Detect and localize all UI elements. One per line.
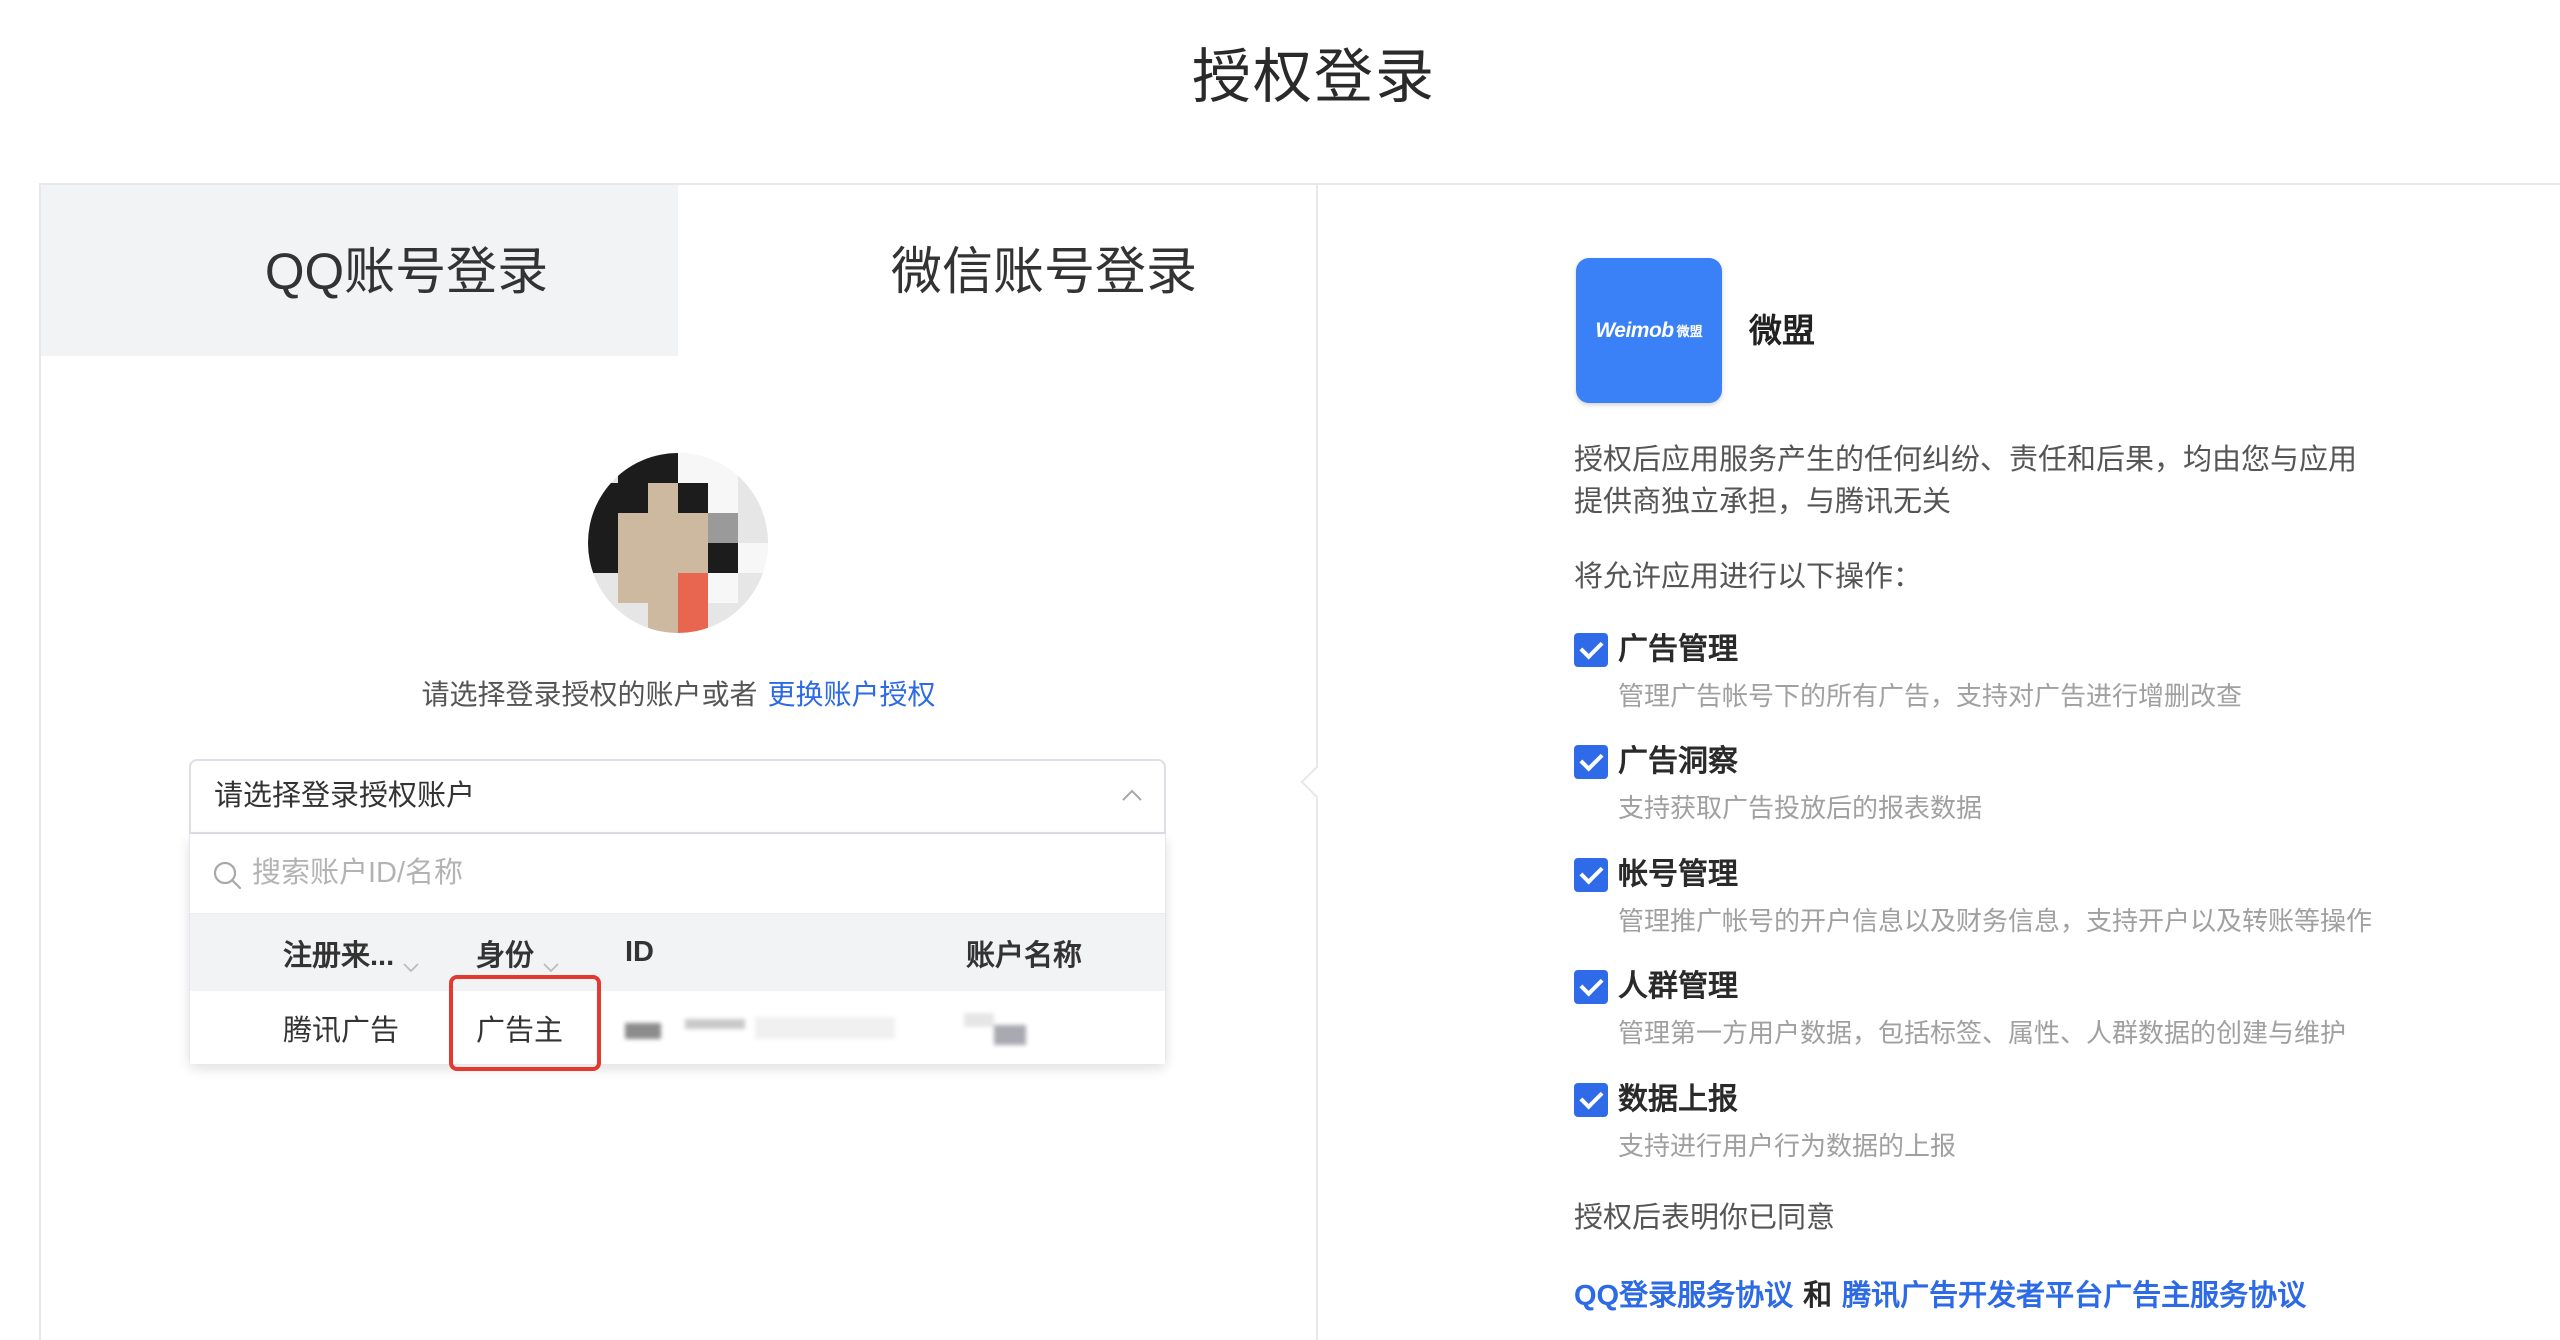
permission-description: 支持获取广告投放后的报表数据 [1618, 793, 1983, 823]
permission-item: 广告洞察 支持获取广告投放后的报表数据 [1318, 745, 2518, 855]
chevron-down-icon[interactable] [402, 949, 420, 972]
avatar [588, 453, 768, 633]
app-logo-cn: 微盟 [1676, 324, 1703, 339]
column-header-account-name: 账户名称 [966, 914, 1082, 991]
permission-description: 管理广告帐号下的所有广告，支持对广告进行增删改查 [1618, 681, 2243, 711]
column-header-id: ID [625, 914, 654, 991]
agreement-joiner: 和 [1803, 1280, 1833, 1312]
account-dropdown: 注册来... 身份 ID 账户名称 腾讯广告 广告主 [189, 834, 1166, 1064]
permission-label: 数据上报 [1618, 1083, 1738, 1116]
search-icon [212, 860, 242, 890]
search-row [190, 834, 1165, 914]
check-icon[interactable] [1574, 858, 1608, 892]
app-logo-text: Weimob [1595, 318, 1674, 342]
agreements: QQ登录服务协议和腾讯广告开发者平台广告主服务协议 [1574, 1275, 2306, 1317]
login-panel: QQ账号登录 微信账号登录 请选择登录授权的账户或者 更换账户授权 请选择登录授权… [39, 183, 1316, 1340]
column-header-source[interactable]: 注册来... [283, 914, 420, 991]
permission-label: 人群管理 [1618, 970, 1738, 1003]
qq-agreement-link[interactable]: QQ登录服务协议 [1574, 1280, 1793, 1312]
permission-description: 管理推广帐号的开户信息以及财务信息，支持开户以及转账等操作 [1618, 906, 2373, 936]
account-prompt: 请选择登录授权的账户或者 更换账户授权 [41, 673, 1316, 717]
authorization-panel: Weimob 微盟 微盟 授权后应用服务产生的任何纠纷、责任和后果，均由您与应用 … [1316, 183, 2560, 1340]
row-source: 腾讯广告 [283, 1014, 400, 1047]
permission-item: 人群管理 管理第一方用户数据，包括标签、属性、人群数据的创建与维护 [1318, 970, 2518, 1080]
permission-item: 数据上报 支持进行用户行为数据的上报 [1318, 1083, 2518, 1193]
account-select-placeholder: 请选择登录授权账户 [214, 780, 476, 812]
row-role: 广告主 [476, 1014, 564, 1047]
chevron-down-icon[interactable] [542, 949, 560, 972]
table-row[interactable]: 腾讯广告 广告主 [190, 991, 1165, 1064]
chevron-up-icon[interactable] [1121, 788, 1143, 802]
redacted-id [625, 1013, 905, 1043]
permission-description: 管理第一方用户数据，包括标签、属性、人群数据的创建与维护 [1618, 1018, 2347, 1048]
tab-wechat-login[interactable]: 微信账号登录 [678, 185, 1316, 356]
check-icon[interactable] [1574, 1083, 1608, 1117]
column-header-label: 注册来... [283, 939, 395, 972]
tencent-agreement-link[interactable]: 腾讯广告开发者平台广告主服务协议 [1842, 1280, 2306, 1312]
check-icon[interactable] [1574, 633, 1608, 667]
permission-label: 帐号管理 [1618, 858, 1738, 891]
column-header-label: 账户名称 [966, 939, 1083, 972]
disclaimer-line: 授权后应用服务产生的任何纠纷、责任和后果，均由您与应用 [1574, 444, 2358, 476]
disclaimer-line: 提供商独立承担，与腾讯无关 [1574, 486, 1952, 518]
disclaimer: 授权后应用服务产生的任何纠纷、责任和后果，均由您与应用 提供商独立承担，与腾讯无… [1574, 439, 2357, 523]
switch-account-link[interactable]: 更换账户授权 [768, 679, 936, 710]
permission-item: 广告管理 管理广告帐号下的所有广告，支持对广告进行增删改查 [1318, 633, 2518, 743]
column-header-role[interactable]: 身份 [476, 914, 560, 991]
tab-qq-login[interactable]: QQ账号登录 [41, 185, 678, 356]
permission-label: 广告洞察 [1618, 745, 1738, 778]
check-icon[interactable] [1574, 970, 1608, 1004]
app-name: 微盟 [1749, 312, 1815, 349]
page-title: 授权登录 [1191, 44, 1436, 110]
account-prompt-text: 请选择登录授权的账户或者 [421, 679, 758, 710]
consent-intro: 授权后表明你已同意 [1574, 1202, 1836, 1234]
account-select[interactable]: 请选择登录授权账户 [189, 759, 1166, 834]
redacted-account-name [964, 1013, 1034, 1045]
app-logo: Weimob 微盟 [1576, 258, 1722, 403]
table-header: 注册来... 身份 ID 账户名称 [190, 914, 1165, 991]
permission-label: 广告管理 [1618, 633, 1738, 666]
column-header-label: 身份 [476, 939, 535, 972]
permissions-intro: 将允许应用进行以下操作： [1574, 561, 1923, 593]
column-header-label: ID [625, 936, 654, 968]
search-input[interactable] [252, 846, 1132, 900]
permission-item: 帐号管理 管理推广帐号的开户信息以及财务信息，支持开户以及转账等操作 [1318, 858, 2518, 968]
permission-description: 支持进行用户行为数据的上报 [1618, 1131, 1957, 1161]
check-icon[interactable] [1574, 745, 1608, 779]
